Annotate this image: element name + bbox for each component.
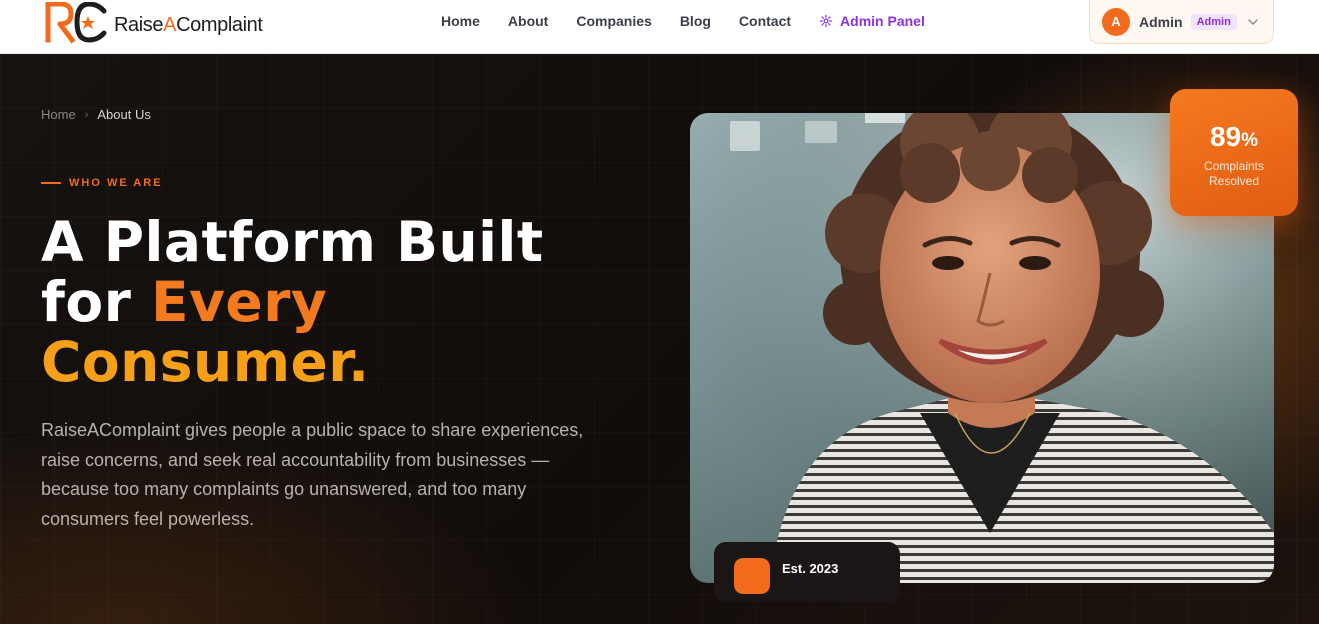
site-header: RaiseAComplaint Home About Companies Blo…: [0, 0, 1319, 54]
headline-line-1: A Platform Built: [41, 210, 544, 274]
headline-accent: Every: [151, 270, 328, 334]
breadcrumb-home-link[interactable]: Home: [41, 107, 76, 122]
logo[interactable]: RaiseAComplaint: [44, 0, 263, 44]
avatar: A: [1102, 7, 1130, 36]
nav-admin-panel-link[interactable]: Admin Panel: [819, 13, 925, 29]
hero-description: RaiseAComplaint gives people a public sp…: [41, 420, 584, 529]
eyebrow-line: [41, 182, 61, 184]
headline-line-2-prefix: for: [41, 270, 151, 334]
logo-text: RaiseAComplaint: [114, 13, 263, 36]
est-label: Est. 2023: [782, 561, 839, 576]
nav-about-link[interactable]: About: [508, 13, 548, 29]
logo-mark: [44, 2, 110, 44]
est-icon: [734, 558, 770, 594]
breadcrumb-current: About Us: [97, 107, 151, 122]
headline-line-3: Consumer.: [41, 330, 370, 394]
nav-blog-link[interactable]: Blog: [680, 13, 711, 29]
stat-label: Complaints Resolved: [1203, 159, 1265, 188]
eyebrow-text: WHO WE ARE: [69, 177, 163, 189]
resolved-stat-badge: 89% Complaints Resolved: [1170, 89, 1298, 216]
gear-icon: [819, 14, 833, 28]
chevron-down-icon: [1248, 18, 1258, 25]
established-badge: Est. 2023: [714, 542, 900, 602]
nav-home-link[interactable]: Home: [441, 13, 480, 29]
user-menu-button[interactable]: A Admin Admin: [1089, 0, 1274, 44]
admin-panel-label: Admin Panel: [840, 13, 925, 29]
role-badge: Admin: [1190, 13, 1237, 30]
breadcrumb: Home › About Us: [41, 107, 151, 122]
section-eyebrow: WHO WE ARE: [41, 177, 163, 189]
user-name: Admin: [1139, 13, 1183, 30]
nav-contact-link[interactable]: Contact: [739, 13, 791, 29]
page-title: A Platform Built for Every Consumer.: [41, 212, 544, 392]
chevron-right-icon: ›: [84, 108, 89, 121]
nav-companies-link[interactable]: Companies: [576, 13, 651, 29]
stat-value: 89%: [1209, 121, 1259, 152]
main-nav: Home About Companies Blog Contact Admin …: [441, 0, 953, 42]
